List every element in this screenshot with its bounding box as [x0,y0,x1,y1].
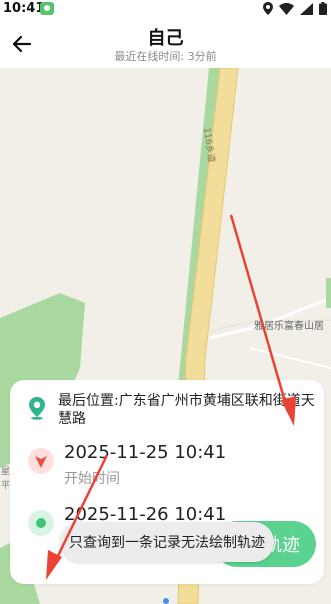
status-time: 10:41 [3,1,45,16]
page-title: 自己 [147,28,184,49]
status-icons [263,2,327,15]
navigation-arrow-icon [35,456,47,468]
last-online-time: 最近在线时间: 3分前 [114,50,217,63]
start-time-label: 开始时间 [64,471,120,487]
start-point-row: 2025-11-25 10:41 开始时间 [28,442,318,490]
last-location-text: 最后位置:广东省广州市黄埔区联和街道天慧路 [58,393,315,427]
map-edge-label: 平 [1,480,10,491]
app-notification-icon [40,2,54,15]
wifi-icon [279,2,294,15]
toast-message: 只查询到一条记录无法绘制轨迹 [60,522,274,562]
map-edge-label: 星 [1,466,10,477]
battery-icon [319,2,327,15]
end-point-icon [36,518,46,528]
poi-label: 雅居乐富春山居 [254,319,324,332]
last-location-row: 最后位置:广东省广州市黄埔区联和街道天慧路 [26,392,318,428]
top-app-bar: 自己 最近在线时间: 3分前 [0,18,331,68]
status-bar: 10:41 [0,0,331,18]
location-pin-icon [29,397,45,420]
park-area [326,278,331,308]
end-dot [28,510,54,536]
map-marker [163,598,169,604]
location-status-icon [263,2,273,15]
signal-icon [300,2,313,15]
start-dot [28,448,54,474]
start-time: 2025-11-25 10:41 [64,442,227,463]
